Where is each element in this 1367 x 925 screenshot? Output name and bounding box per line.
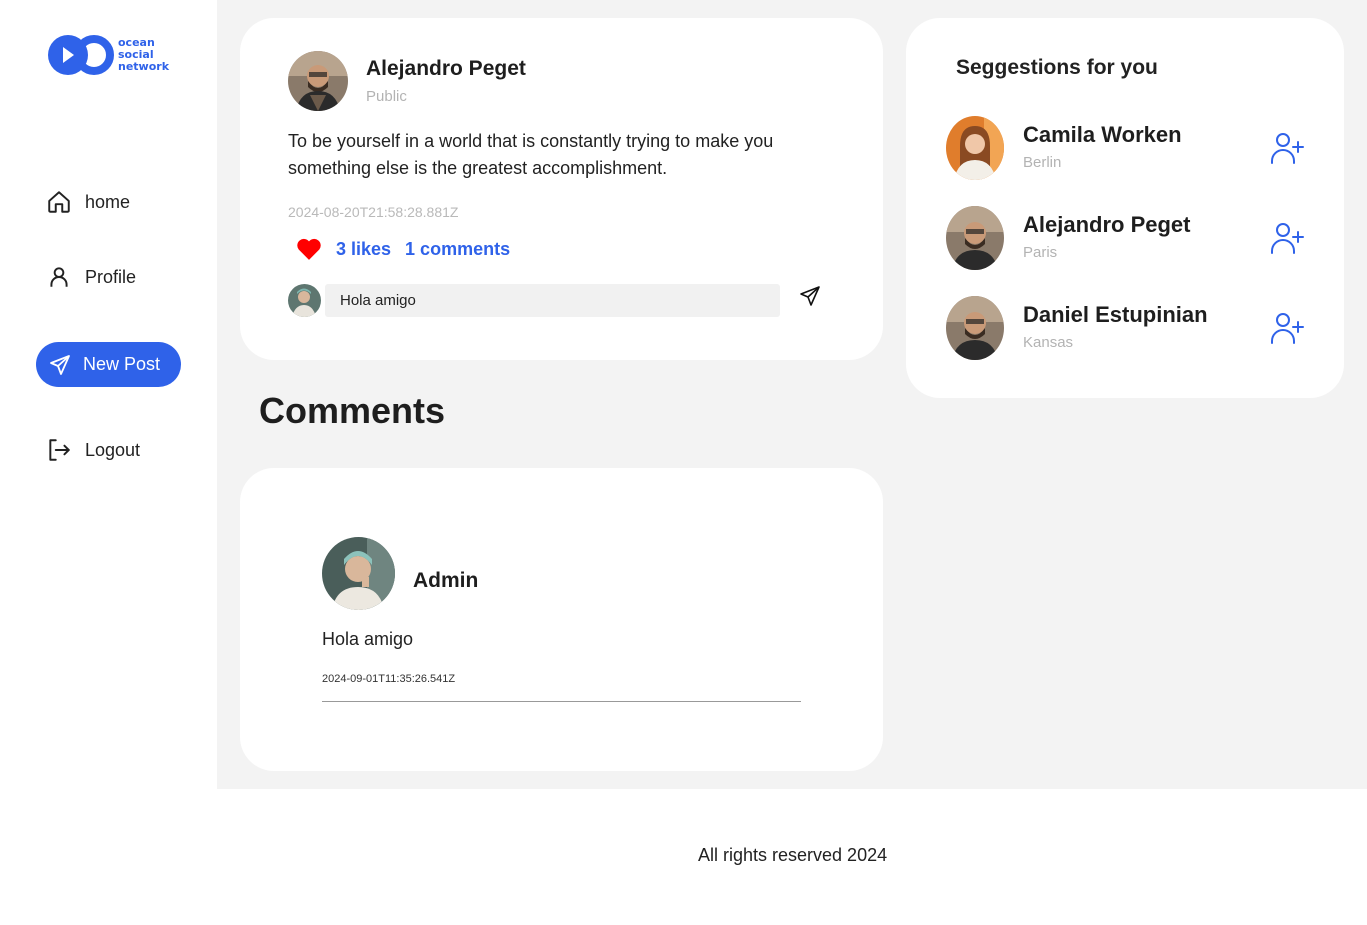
comment-input[interactable] [325,284,780,317]
suggestion-city: Berlin [1023,154,1062,171]
suggestion-item: Daniel Estupinian Kansas [946,296,1306,360]
comment-divider [322,701,801,702]
user-icon [50,267,68,287]
add-friend-icon[interactable] [1269,130,1305,166]
logout-icon [49,439,70,461]
send-icon[interactable] [798,284,822,308]
logo-text: ocean social network [118,37,169,73]
new-post-button[interactable]: New Post [36,342,181,387]
suggestions-title: Seggestions for you [956,56,1158,79]
comment-composer [288,284,780,317]
post-stats: 3 likes 1 comments [296,237,510,261]
sidebar: ocean social network home Profile New Po… [0,0,217,789]
home-icon [48,191,70,213]
suggestion-item: Camila Worken Berlin [946,116,1306,180]
logo[interactable]: ocean social network [48,34,169,76]
nav-home-label: home [85,191,131,212]
add-friend-icon[interactable] [1269,310,1305,346]
suggestion-avatar[interactable] [946,116,1004,180]
nav-home[interactable]: home [46,189,130,215]
nav-logout[interactable]: Logout [46,437,140,463]
add-friend-icon[interactable] [1269,220,1305,256]
comment-author-name[interactable]: Admin [413,569,478,593]
suggestion-name[interactable]: Camila Worken [1023,122,1182,148]
suggestion-name[interactable]: Alejandro Peget [1023,212,1190,238]
current-user-avatar [288,284,321,317]
post-author-avatar[interactable] [288,51,348,111]
suggestion-name[interactable]: Daniel Estupinian [1023,302,1208,328]
nav-logout-label: Logout [85,439,141,460]
comment-date: 2024-09-01T11:35:26.541Z [322,673,456,685]
post-date: 2024-08-20T21:58:28.881Z [288,204,459,220]
comment-author-avatar[interactable] [322,537,395,610]
comments-count[interactable]: 1 comments [405,239,510,260]
suggestion-item: Alejandro Peget Paris [946,206,1306,270]
post-author-name[interactable]: Alejandro Peget [366,57,526,81]
logo-mark [48,34,114,76]
nav-profile-label: Profile [85,266,137,287]
paper-plane-icon [50,354,70,375]
footer: All rights reserved 2024 [217,789,1367,925]
suggestion-city: Paris [1023,244,1058,261]
suggestion-avatar[interactable] [946,296,1004,360]
nav-profile[interactable]: Profile [46,264,136,290]
comment-card: Admin Hola amigo 2024-09-01T11:35:26.541… [240,468,883,771]
post-visibility: Public [366,88,407,105]
comment-text: Hola amigo [322,629,414,649]
suggestions-card: Seggestions for you Camila Worken Berlin [906,18,1344,398]
new-post-label: New Post [83,354,161,374]
logo-line-3: network [118,60,170,73]
suggestion-city: Kansas [1023,334,1074,351]
heart-icon[interactable] [296,237,322,261]
likes-count[interactable]: 3 likes [336,239,391,260]
suggestion-avatar[interactable] [946,206,1004,270]
post-body: To be yourself in a world that is consta… [288,131,774,178]
main-content: Alejandro Peget Public To be yourself in… [217,0,1367,789]
footer-copyright: All rights reserved 2024 [698,845,888,865]
post-card: Alejandro Peget Public To be yourself in… [240,18,883,360]
comments-heading: Comments [259,390,446,431]
